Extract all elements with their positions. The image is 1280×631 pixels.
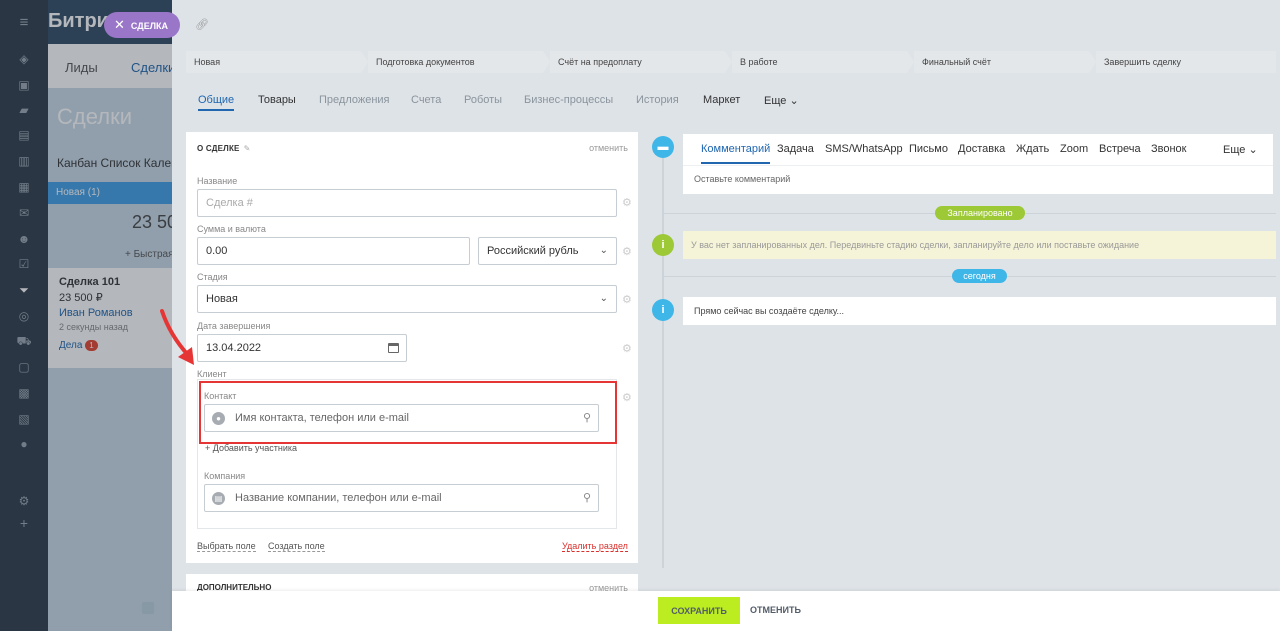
- name-input[interactable]: Сделка #: [197, 189, 617, 217]
- chevron-down-icon: ⌄: [599, 293, 608, 304]
- timeline-tab-more[interactable]: Еще ⌄: [1223, 143, 1258, 156]
- gear-icon[interactable]: ⚙: [622, 342, 632, 355]
- timeline-tab-delivery[interactable]: Доставка: [958, 143, 1005, 155]
- tab-invoices[interactable]: Счета: [411, 94, 441, 106]
- company-placeholder: Название компании, телефон или e-mail: [235, 492, 442, 504]
- gear-icon[interactable]: ⚙: [622, 293, 632, 306]
- planned-info: У вас нет запланированных дел. Передвинь…: [683, 231, 1276, 259]
- timeline-tab-wait[interactable]: Ждать: [1016, 143, 1049, 155]
- tab-market[interactable]: Маркет: [703, 94, 740, 106]
- calendar-icon[interactable]: [388, 343, 399, 353]
- tab-robots[interactable]: Роботы: [464, 94, 502, 106]
- stage-new[interactable]: Новая: [186, 51, 368, 73]
- tab-history[interactable]: История: [636, 94, 679, 106]
- chevron-down-icon: ⌄: [599, 245, 608, 256]
- timeline-tab-sms[interactable]: SMS/WhatsApp: [825, 143, 903, 155]
- stage-label: Стадия: [197, 272, 228, 282]
- add-participant-link[interactable]: + Добавить участника: [205, 443, 297, 453]
- gear-icon[interactable]: ⚙: [622, 391, 632, 404]
- cancel-button[interactable]: ОТМЕНИТЬ: [750, 597, 801, 624]
- link-icon[interactable]: 🔗︎: [195, 18, 209, 31]
- today-badge: сегодня: [952, 269, 1007, 283]
- stage-in-progress[interactable]: В работе: [732, 51, 914, 73]
- timeline-more-label: Еще: [1223, 144, 1246, 156]
- tab-more-label: Еще: [764, 95, 787, 107]
- timeline-tab-comment[interactable]: Комментарий: [701, 143, 771, 164]
- timeline-editor: Комментарий Задача SMS/WhatsApp Письмо Д…: [683, 134, 1273, 194]
- client-label: Клиент: [197, 369, 227, 379]
- amount-label: Сумма и валюта: [197, 224, 266, 234]
- save-button[interactable]: СОХРАНИТЬ: [658, 597, 740, 624]
- stage-prepayment[interactable]: Счёт на предоплату: [550, 51, 732, 73]
- planned-badge: Запланировано: [935, 206, 1025, 220]
- tab-business-processes[interactable]: Бизнес-процессы: [524, 94, 613, 106]
- deal-slider: 🔗︎ Новая Подготовка документов Счёт на п…: [172, 0, 1280, 631]
- stage-bar: Новая Подготовка документов Счёт на пред…: [186, 51, 1276, 73]
- create-field-link[interactable]: Создать поле: [268, 541, 325, 552]
- printer-icon[interactable]: [142, 602, 154, 614]
- stage-select[interactable]: Новая ⌄: [197, 285, 617, 313]
- gear-icon[interactable]: ⚙: [622, 196, 632, 209]
- close-date-value: 13.04.2022: [206, 342, 262, 354]
- pencil-icon[interactable]: ✎: [244, 144, 251, 153]
- close-date-input[interactable]: 13.04.2022: [197, 334, 407, 362]
- name-label: Название: [197, 176, 238, 186]
- stage-close-deal[interactable]: Завершить сделку: [1096, 51, 1276, 73]
- company-search-input[interactable]: ▤ Название компании, телефон или e-mail …: [204, 484, 599, 512]
- slider-tab-label: СДЕЛКА: [130, 21, 169, 31]
- stage-final-invoice[interactable]: Финальный счёт: [914, 51, 1096, 73]
- info-icon: i: [652, 299, 674, 321]
- gear-icon[interactable]: ⚙: [622, 245, 632, 258]
- tab-general[interactable]: Общие: [198, 94, 235, 111]
- tab-offers[interactable]: Предложения: [319, 94, 390, 106]
- annotation-arrow-icon: [160, 309, 194, 365]
- chevron-down-icon: ⌄: [789, 95, 799, 107]
- timeline-tab-meeting[interactable]: Встреча: [1099, 143, 1141, 155]
- close-date-label: Дата завершения: [197, 321, 271, 331]
- currency-value: Российский рубль: [487, 245, 579, 257]
- creating-notice: Прямо сейчас вы создаёте сделку...: [683, 297, 1276, 325]
- slider-close-tab[interactable]: ✕ СДЕЛКА: [104, 12, 181, 38]
- timeline-tab-task[interactable]: Задача: [777, 143, 814, 155]
- info-icon: i: [652, 234, 674, 256]
- select-field-link[interactable]: Выбрать поле: [197, 541, 256, 552]
- currency-select[interactable]: Российский рубль ⌄: [478, 237, 617, 265]
- footer-bar: СОХРАНИТЬ ОТМЕНИТЬ: [172, 591, 1280, 631]
- tab-more[interactable]: Еще ⌄: [764, 94, 799, 107]
- section-title-text: О СДЕЛКЕ: [197, 144, 240, 153]
- comment-icon: ▬: [652, 136, 674, 158]
- comment-input[interactable]: Оставьте комментарий: [694, 174, 790, 184]
- search-icon[interactable]: ⚲: [583, 491, 591, 504]
- close-icon[interactable]: ✕: [114, 17, 125, 32]
- stage-documents[interactable]: Подготовка документов: [368, 51, 550, 73]
- timeline-tab-call[interactable]: Звонок: [1151, 143, 1187, 155]
- company-icon: ▤: [212, 492, 225, 505]
- company-label: Компания: [204, 471, 246, 481]
- stage-value: Новая: [206, 293, 238, 305]
- chevron-down-icon: ⌄: [1248, 144, 1258, 156]
- timeline-tab-zoom[interactable]: Zoom: [1060, 143, 1088, 155]
- delete-section-link[interactable]: Удалить раздел: [562, 541, 628, 552]
- timeline-line: [662, 148, 664, 568]
- timeline-tabs: Комментарий Задача SMS/WhatsApp Письмо Д…: [683, 134, 1273, 166]
- tab-products[interactable]: Товары: [258, 94, 296, 106]
- amount-input[interactable]: 0.00: [197, 237, 470, 265]
- deal-section-card: О СДЕЛКЕ ✎ отменить Название Сделка # ⚙ С…: [186, 132, 638, 563]
- timeline-tab-email[interactable]: Письмо: [909, 143, 948, 155]
- annotation-highlight-box: [199, 381, 617, 444]
- section-title: О СДЕЛКЕ ✎: [197, 144, 251, 153]
- section-cancel-link[interactable]: отменить: [589, 143, 628, 153]
